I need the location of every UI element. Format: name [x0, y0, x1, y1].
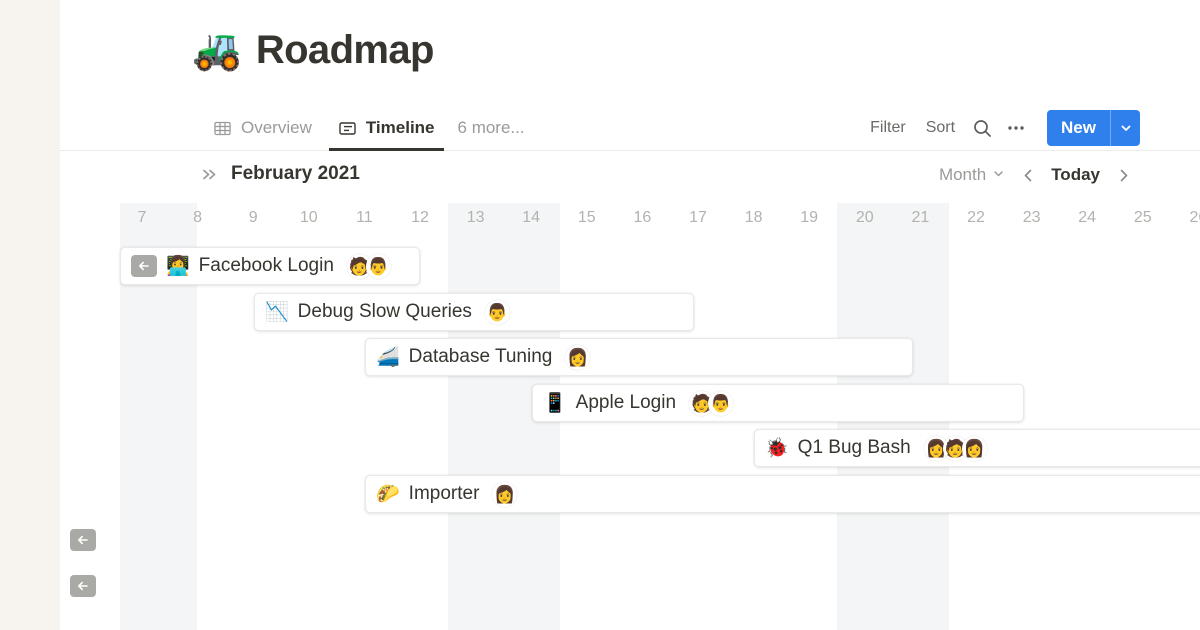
taco-emoji: 🌮 — [376, 483, 400, 505]
timeline-bar-title: Q1 Bug Bash — [797, 437, 911, 458]
page-title: Roadmap — [255, 28, 435, 72]
tab-timeline-label: Timeline — [365, 118, 435, 137]
day-number-23: 23 — [1022, 209, 1041, 226]
assignee-avatar-group: 👩 — [565, 344, 591, 370]
timeline-bars-layer: 👩‍💻 Facebook Login 🧑 👨 📉 Debug Slow Queries 👨 🚄… — [60, 203, 1200, 630]
timeline-bar[interactable]: 📱 Apple Login 🧑 👨 — [532, 384, 1024, 422]
tractor-emoji: 🚜 — [192, 28, 242, 72]
timeline-bar-title: Facebook Login — [198, 255, 334, 276]
avatar[interactable]: 👨 — [708, 390, 734, 416]
arrow-left-icon[interactable] — [70, 575, 96, 597]
day-number-24: 24 — [1078, 209, 1097, 226]
timeline-bar[interactable]: 🌮 Importer 👩 — [365, 475, 1200, 513]
timeline-grid: 7 8 9 10 11 12 13 14 15 16 17 18 19 20 21 22 23 24 25 26 👩‍… — [60, 203, 1200, 630]
day-number-19: 19 — [800, 209, 819, 226]
timeline-bar-title: Importer — [408, 483, 480, 504]
arrow-left-icon[interactable] — [131, 255, 157, 277]
day-number-9: 9 — [248, 209, 258, 226]
day-number-ruler: 7 8 9 10 11 12 13 14 15 16 17 18 19 20 21 22 23 24 25 26 — [60, 203, 1200, 243]
day-number-10: 10 — [299, 209, 318, 226]
tabs-more-button[interactable]: 6 more... — [448, 105, 535, 151]
woman-technologist-emoji: 👩‍💻 — [166, 255, 190, 277]
avatar[interactable]: 👩 — [492, 481, 518, 507]
day-number-25: 25 — [1133, 209, 1152, 226]
assignee-avatar-group: 🧑 👨 — [689, 390, 734, 416]
new-button-group: New — [1047, 110, 1140, 146]
bullet-train-emoji: 🚄 — [376, 346, 400, 368]
left-gutter — [0, 0, 60, 630]
filter-button[interactable]: Filter — [860, 113, 916, 143]
day-number-21: 21 — [911, 209, 930, 226]
timeline-bar-title: Apple Login — [575, 392, 677, 413]
mobile-phone-emoji: 📱 — [543, 392, 567, 414]
day-number-14: 14 — [522, 209, 541, 226]
day-number-26: 26 — [1189, 209, 1200, 226]
assignee-avatar-group: 👨 — [484, 299, 510, 325]
sort-button[interactable]: Sort — [916, 113, 965, 143]
timeline-bar[interactable]: 📉 Debug Slow Queries 👨 — [254, 293, 694, 331]
tab-overview[interactable]: Overview — [200, 105, 325, 151]
avatar[interactable]: 👨 — [365, 253, 391, 279]
page-title-row: 🚜 Roadmap — [192, 28, 434, 72]
chevron-down-icon[interactable] — [1110, 110, 1140, 146]
chart-decreasing-emoji: 📉 — [265, 301, 289, 323]
day-number-8: 8 — [193, 209, 203, 226]
timeline-bar[interactable]: 👩‍💻 Facebook Login 🧑 👨 — [120, 247, 420, 285]
new-button[interactable]: New — [1047, 110, 1110, 146]
tab-timeline[interactable]: Timeline — [325, 105, 448, 151]
day-number-17: 17 — [689, 209, 707, 226]
chevron-down-icon — [992, 165, 1005, 185]
date-navigation-bar: February 2021 Month Today — [60, 151, 1200, 203]
day-number-7: 7 — [137, 209, 147, 226]
timeline-app-screenshot: 🚜 Roadmap Overview Timeline 6 more... Fi… — [0, 0, 1200, 630]
timeline-bar-title: Database Tuning — [408, 346, 553, 367]
app-panel: 🚜 Roadmap Overview Timeline 6 more... Fi… — [60, 0, 1200, 630]
double-chevron-right-icon[interactable] — [200, 165, 219, 184]
view-toolbar: Filter Sort New — [860, 105, 1140, 151]
month-label: February 2021 — [231, 163, 360, 184]
month-label-group: February 2021 — [200, 163, 360, 185]
day-number-11: 11 — [356, 209, 373, 226]
timeline-bar[interactable]: 🐞 Q1 Bug Bash 👩 🧑 👩 — [754, 429, 1200, 467]
day-number-13: 13 — [466, 209, 485, 226]
avatar[interactable]: 👩 — [565, 344, 591, 370]
day-number-15: 15 — [577, 209, 596, 226]
arrow-left-icon[interactable] — [70, 529, 96, 551]
assignee-avatar-group: 👩 🧑 👩 — [923, 435, 987, 461]
date-controls: Month Today — [931, 161, 1138, 189]
ellipsis-icon[interactable] — [999, 113, 1033, 143]
avatar[interactable]: 👩 — [961, 435, 987, 461]
day-number-12: 12 — [411, 209, 429, 226]
view-tab-bar: Overview Timeline 6 more... — [200, 105, 535, 151]
lady-beetle-emoji: 🐞 — [765, 437, 789, 459]
day-number-20: 20 — [855, 209, 874, 226]
tab-overview-label: Overview — [241, 118, 312, 137]
page-header: 🚜 Roadmap Overview Timeline 6 more... Fi… — [60, 0, 1200, 151]
day-number-16: 16 — [633, 209, 652, 226]
timeline-icon — [338, 119, 357, 138]
day-number-18: 18 — [744, 209, 763, 226]
zoom-level-label: Month — [938, 165, 987, 184]
search-icon[interactable] — [965, 113, 999, 143]
assignee-avatar-group: 👩 — [492, 481, 518, 507]
table-icon — [213, 119, 232, 138]
chevron-left-icon[interactable] — [1013, 161, 1043, 189]
today-button[interactable]: Today — [1043, 161, 1108, 189]
avatar[interactable]: 👨 — [484, 299, 510, 325]
timeline-bar[interactable]: 🚄 Database Tuning 👩 — [365, 338, 913, 376]
assignee-avatar-group: 🧑 👨 — [346, 253, 391, 279]
chevron-right-icon[interactable] — [1108, 161, 1138, 189]
timeline-bar-title: Debug Slow Queries — [297, 301, 472, 322]
zoom-level-select[interactable]: Month — [931, 161, 1013, 189]
day-number-22: 22 — [967, 209, 985, 226]
